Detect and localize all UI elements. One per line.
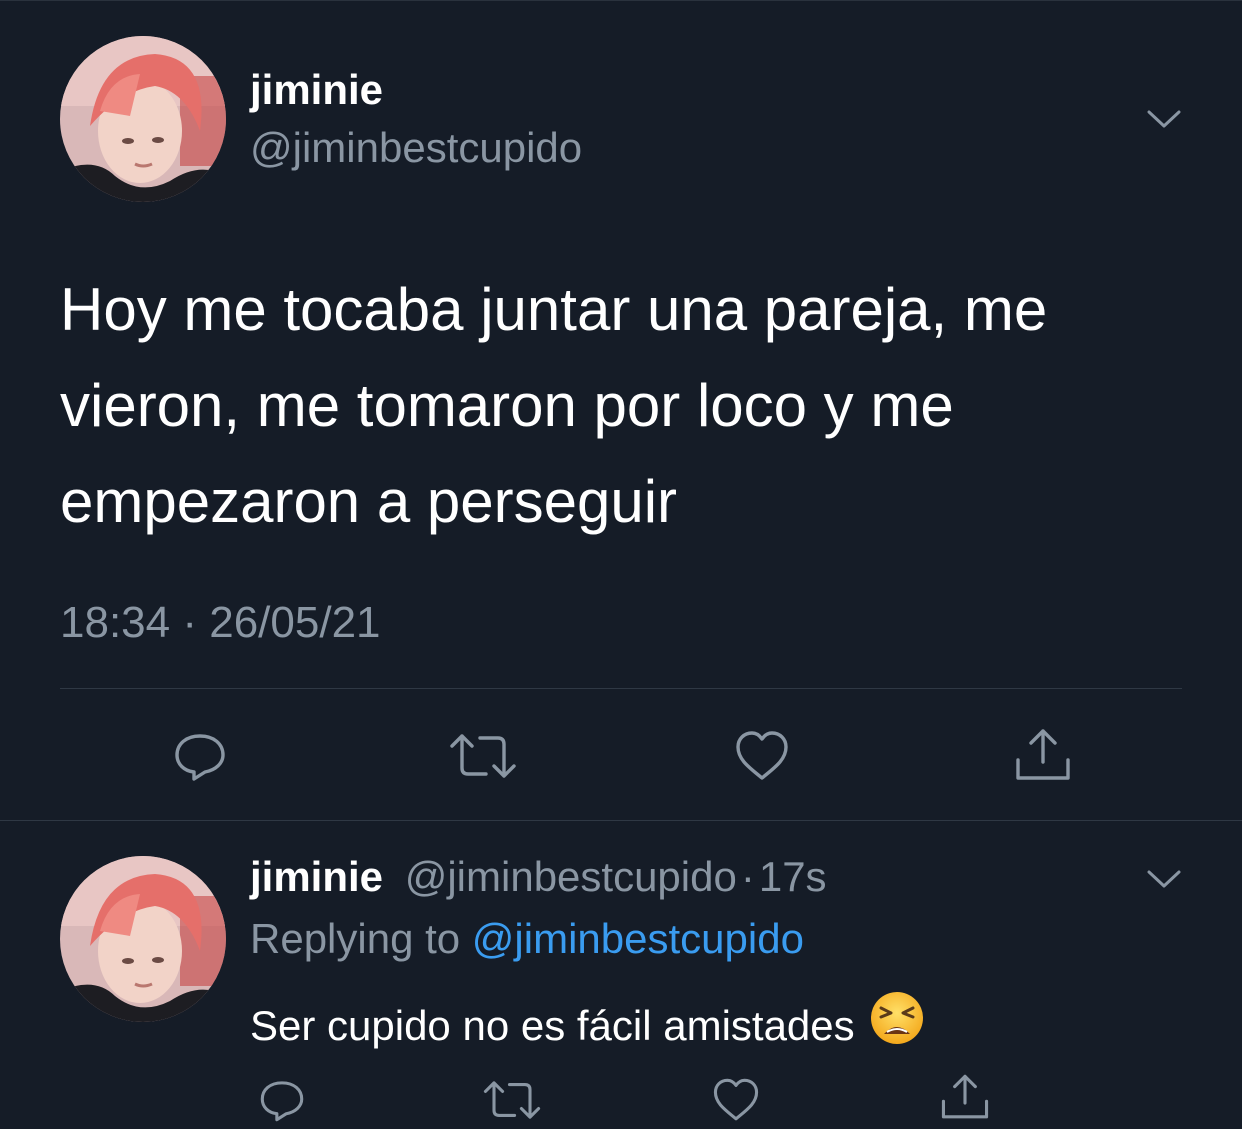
avatar-image bbox=[60, 36, 226, 202]
tweet-separator bbox=[0, 820, 1242, 821]
meta-separator: · bbox=[182, 598, 197, 647]
user-handle[interactable]: @jiminbestcupido bbox=[250, 124, 582, 172]
avatar[interactable] bbox=[60, 36, 226, 202]
tweet-date: 26/05/21 bbox=[209, 598, 381, 647]
retweet-icon[interactable] bbox=[448, 728, 518, 789]
tweet-age[interactable]: 17s bbox=[759, 853, 827, 900]
avatar-image bbox=[60, 856, 226, 1022]
replying-to-link[interactable]: @jiminbestcupido bbox=[472, 915, 804, 962]
tweet-text-line: Hoy me tocaba juntar una pareja, me bbox=[60, 276, 1048, 343]
share-icon[interactable] bbox=[940, 1072, 990, 1127]
divider bbox=[60, 688, 1182, 689]
share-icon[interactable] bbox=[1014, 726, 1072, 789]
like-icon[interactable] bbox=[734, 728, 790, 789]
retweet-icon[interactable] bbox=[482, 1076, 542, 1129]
avatar[interactable] bbox=[60, 856, 226, 1022]
reply-header: jiminie @jiminbestcupido·17s bbox=[250, 853, 827, 901]
replying-prefix: Replying to bbox=[250, 915, 472, 962]
reply-text-content: Ser cupido no es fácil amistades bbox=[250, 1002, 855, 1049]
meta-separator: · bbox=[740, 853, 755, 900]
like-icon[interactable] bbox=[712, 1076, 760, 1129]
tired-face-emoji bbox=[869, 990, 925, 1056]
reply-text: Ser cupido no es fácil amistades bbox=[250, 990, 925, 1056]
tweet-timestamp[interactable]: 18:34 · 26/05/21 bbox=[60, 598, 381, 648]
chevron-down-icon[interactable] bbox=[1146, 108, 1182, 135]
tweet-text-line: vieron, me tomaron por loco y me bbox=[60, 372, 954, 439]
tweet-text: Hoy me tocaba juntar una pareja, me vier… bbox=[60, 262, 1047, 550]
tweet-text-line: empezaron a perseguir bbox=[60, 468, 678, 535]
reply-icon[interactable] bbox=[172, 728, 228, 789]
tweet-time: 18:34 bbox=[60, 598, 171, 647]
replying-to: Replying to @jiminbestcupido bbox=[250, 915, 804, 963]
display-name[interactable]: jiminie bbox=[250, 66, 383, 114]
reply-icon[interactable] bbox=[258, 1076, 306, 1129]
top-border bbox=[0, 0, 1242, 1]
chevron-down-icon[interactable] bbox=[1146, 868, 1182, 895]
display-name[interactable]: jiminie bbox=[250, 853, 383, 900]
user-handle[interactable]: @jiminbestcupido bbox=[405, 853, 737, 900]
